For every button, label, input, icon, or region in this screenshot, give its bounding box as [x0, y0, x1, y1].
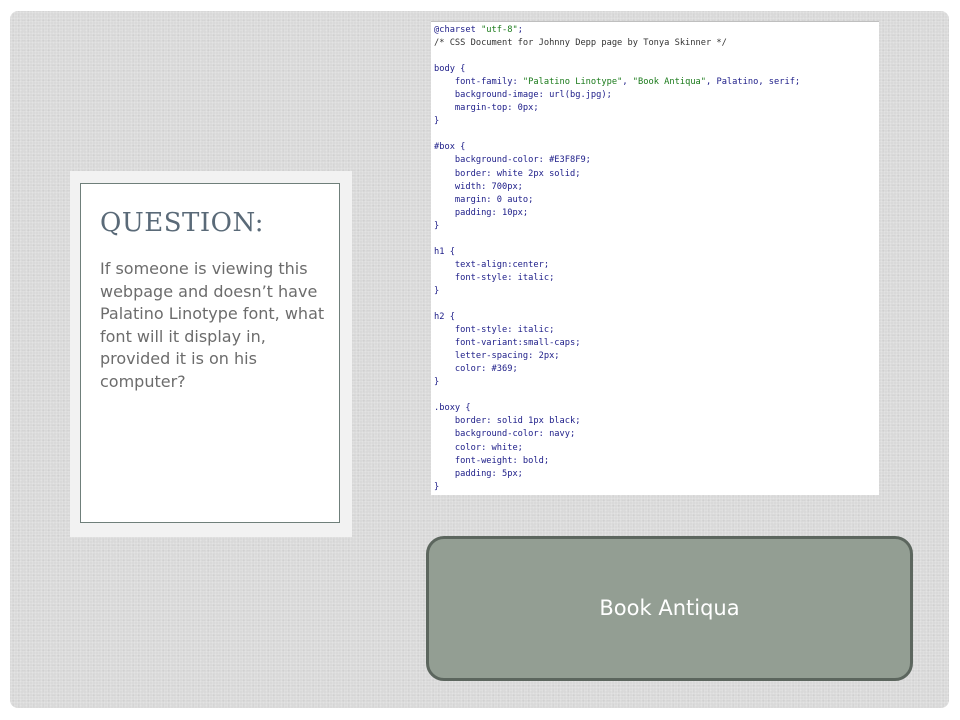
- code-line: font-style: italic;: [434, 272, 555, 283]
- code-line: }: [434, 285, 440, 296]
- code-line: }: [434, 481, 440, 492]
- code-line: padding: 10px;: [434, 207, 529, 218]
- code-line: #box {: [434, 142, 466, 153]
- code-line: background-color: navy;: [434, 429, 576, 440]
- code-line: letter-spacing: 2px;: [434, 351, 560, 362]
- code-line: /* CSS Document for Johnny Depp page by …: [434, 38, 727, 49]
- code-line: width: 700px;: [434, 181, 523, 192]
- code-line: font-style: italic;: [434, 325, 555, 336]
- code-line-font-family: font-family: "Palatino Linotype", "Book …: [434, 77, 801, 88]
- code-line: font-variant:small-caps;: [434, 338, 581, 349]
- code-line: .boxy {: [434, 403, 471, 414]
- answer-button[interactable]: Book Antiqua: [426, 536, 913, 681]
- question-text: If someone is viewing this webpage and d…: [100, 259, 325, 391]
- code-line: }: [434, 377, 440, 388]
- code-line: border: white 2px solid;: [434, 168, 581, 179]
- css-code-screenshot: @charset "utf-8"; /* CSS Document for Jo…: [431, 21, 879, 495]
- code-line: background-color: #E3F8F9;: [434, 155, 591, 166]
- code-line: h2 {: [434, 312, 455, 323]
- code-line: padding: 5px;: [434, 468, 523, 479]
- code-line: margin: 0 auto;: [434, 194, 534, 205]
- question-panel: QUESTION: If someone is viewing this web…: [80, 183, 340, 523]
- code-line: color: white;: [434, 442, 523, 453]
- code-line: color: #369;: [434, 364, 518, 375]
- code-line: border: solid 1px black;: [434, 416, 581, 427]
- question-card: QUESTION: If someone is viewing this web…: [70, 171, 352, 537]
- code-line: h1 {: [434, 246, 455, 257]
- code-line: }: [434, 220, 440, 231]
- code-line: body {: [434, 64, 466, 75]
- code-line: background-image: url(bg.jpg);: [434, 90, 612, 101]
- code-line: }: [434, 116, 440, 127]
- answer-label: Book Antiqua: [599, 595, 740, 620]
- code-line: text-align:center;: [434, 259, 550, 270]
- code-line: margin-top: 0px;: [434, 103, 539, 114]
- code-line: font-weight: bold;: [434, 455, 550, 466]
- code-line: @charset "utf-8";: [434, 25, 523, 35]
- question-title: QUESTION:: [100, 208, 265, 238]
- slide: QUESTION: If someone is viewing this web…: [10, 11, 949, 708]
